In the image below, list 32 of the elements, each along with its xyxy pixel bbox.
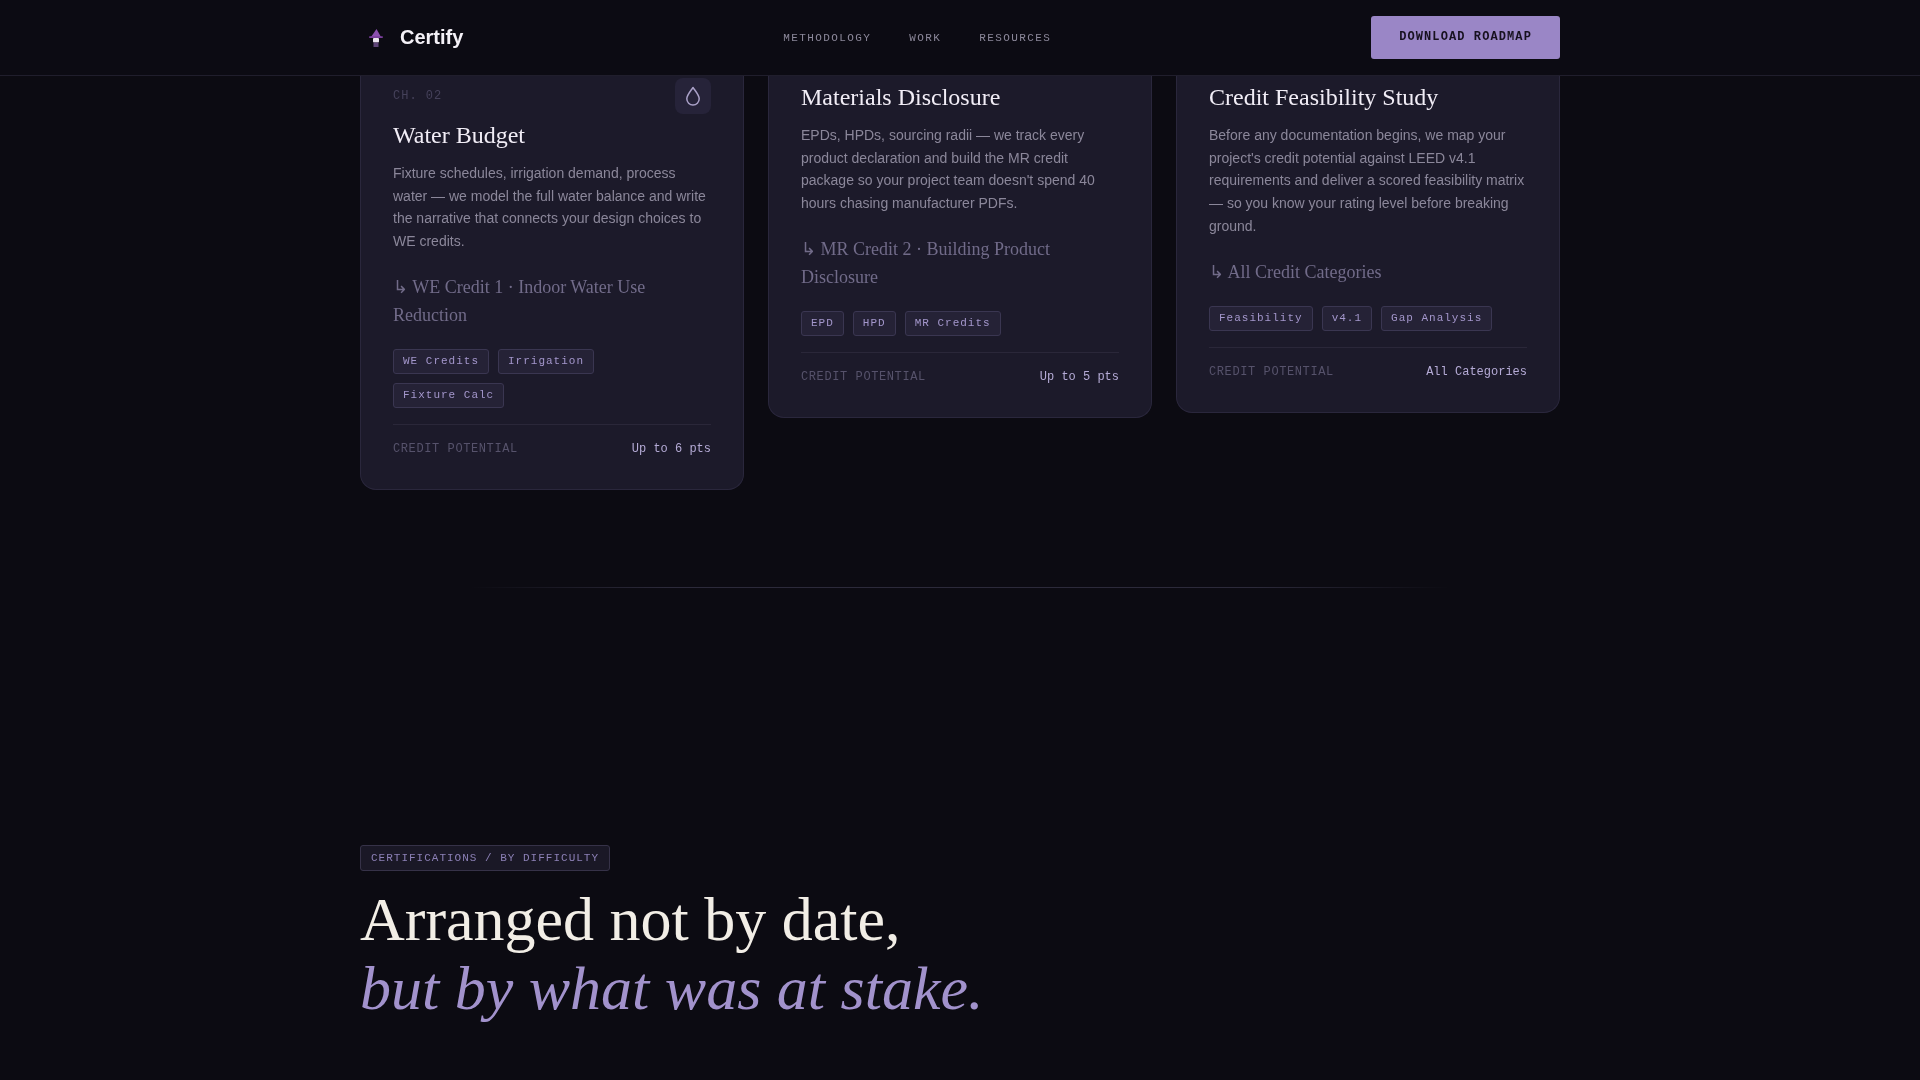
tag: WE Credits xyxy=(393,348,489,374)
credit-potential-value: Up to 6 pts xyxy=(631,440,711,457)
tag: MR Credits xyxy=(904,310,1001,336)
section-heading: Arranged not by date, but by what was at stake. xyxy=(360,884,984,1023)
credit-reference: ↳ MR Credit 2 · Building Product Disclosure xyxy=(801,237,1051,289)
section-label: CERTIFICATIONS / BY DIFFICULTY xyxy=(360,844,611,871)
credit-reference: ↳ All Credit Categories xyxy=(1209,260,1383,284)
nav-link[interactable]: RESOURCES xyxy=(979,31,1052,44)
tag: Feasibility xyxy=(1209,305,1313,331)
card-description: EPDs, HPDs, sourcing radii — we track every product declaration and build the MR credit package so your project team doesn't spend 40 hours chasing manufacturer PDFs. xyxy=(801,126,1096,214)
tag: Gap Analysis xyxy=(1381,305,1493,331)
tag: v4.1 xyxy=(1321,305,1373,331)
card-title: Credit Feasibility Study xyxy=(1209,83,1440,112)
credit-potential-label: CREDIT POTENTIAL xyxy=(393,440,518,457)
download-roadmap-button[interactable]: DOWNLOAD ROADMAP xyxy=(1371,16,1560,59)
card-description: Fixture schedules, irrigation demand, process water — we model the full water balance and write the narrative that connects your design choices to WE credits. xyxy=(393,164,707,252)
nav-link[interactable]: METHODOLOGY xyxy=(783,31,872,44)
credit-reference: ↳ WE Credit 1 · Indoor Water Use Reduction xyxy=(393,275,647,327)
credit-potential-value: All Categories xyxy=(1426,363,1527,380)
wizard-icon xyxy=(369,28,383,47)
card-title: Materials Disclosure xyxy=(801,83,1002,112)
credit-potential-value: Up to 5 pts xyxy=(1039,368,1119,385)
tag: Irrigation xyxy=(498,348,595,374)
tag: EPD xyxy=(801,310,844,336)
credit-potential-label: CREDIT POTENTIAL xyxy=(801,368,926,385)
tag: Fixture Calc xyxy=(393,382,505,408)
brand-link[interactable]: Certify xyxy=(360,26,464,49)
nav-link[interactable]: WORK xyxy=(909,31,942,44)
tag: HPD xyxy=(852,310,896,336)
card-description: Before any documentation begins, we map your project's credit potential against LEED v4.1 requirements and deliver a scored feasibility matrix — so you know your rating level before breaking ground. xyxy=(1209,126,1526,236)
card-title: Water Budget xyxy=(393,121,527,150)
credit-potential-label: CREDIT POTENTIAL xyxy=(1209,363,1334,380)
